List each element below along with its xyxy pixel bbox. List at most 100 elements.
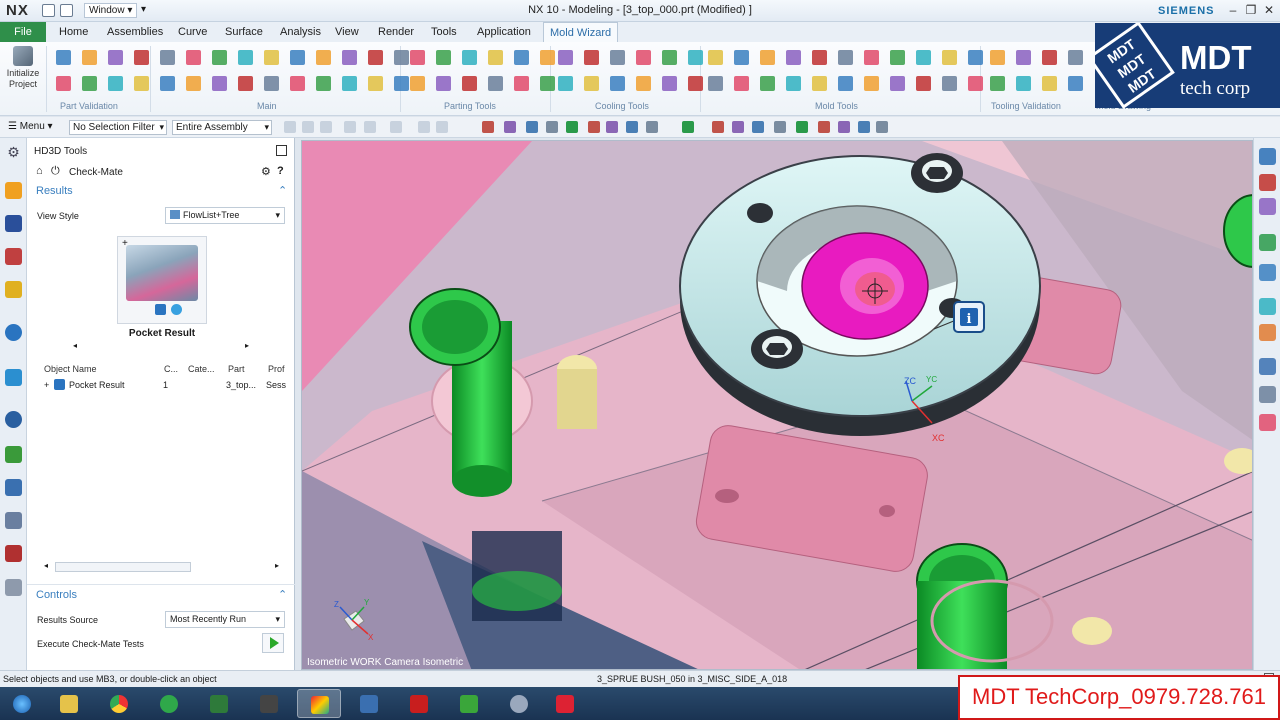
- ribbon-tool-icon[interactable]: [342, 50, 357, 65]
- taskbar-app-5[interactable]: [247, 689, 291, 718]
- right-tool-icon[interactable]: [1259, 234, 1276, 251]
- tab-assemblies[interactable]: Assemblies: [107, 22, 163, 42]
- right-tool-icon[interactable]: [1259, 358, 1276, 375]
- ribbon-tool-icon[interactable]: [108, 76, 123, 91]
- ribbon-tool-icon[interactable]: [514, 50, 529, 65]
- selection-tool-icon[interactable]: [588, 121, 600, 133]
- ribbon-tool-icon[interactable]: [212, 76, 227, 91]
- ribbon-tool-icon[interactable]: [968, 50, 983, 65]
- tab-tools[interactable]: Tools: [431, 22, 457, 42]
- right-tool-icon[interactable]: [1259, 386, 1276, 403]
- ribbon-tool-icon[interactable]: [368, 50, 383, 65]
- selection-tool-icon[interactable]: [302, 121, 314, 133]
- ribbon-tool-icon[interactable]: [558, 50, 573, 65]
- ribbon-tool-icon[interactable]: [760, 76, 775, 91]
- menu-button[interactable]: ☰ Menu ▾: [8, 121, 53, 132]
- right-tool-icon[interactable]: [1259, 198, 1276, 215]
- ribbon-tool-icon[interactable]: [410, 76, 425, 91]
- horizontal-scrollbar[interactable]: [55, 562, 191, 572]
- taskbar-app-9[interactable]: [447, 689, 491, 718]
- ribbon-tool-icon[interactable]: [160, 76, 175, 91]
- ribbon-tool-icon[interactable]: [186, 50, 201, 65]
- ribbon-tool-icon[interactable]: [82, 76, 97, 91]
- ribbon-tool-icon[interactable]: [916, 76, 931, 91]
- selection-tool-icon[interactable]: [682, 121, 694, 133]
- hd3d-tools-icon[interactable]: [5, 324, 22, 341]
- process-studio-icon[interactable]: [5, 446, 22, 463]
- graphics-viewport[interactable]: i ZC YC XC Z Y X Isometric WORK Camera I…: [301, 140, 1253, 670]
- controls-section-label[interactable]: Controls: [36, 589, 77, 601]
- ribbon-tool-icon[interactable]: [56, 76, 71, 91]
- col-prof[interactable]: Prof: [268, 364, 285, 374]
- web-browser-icon[interactable]: [5, 369, 22, 386]
- history-clock-icon[interactable]: [5, 411, 22, 428]
- selection-tool-icon[interactable]: [712, 121, 724, 133]
- ribbon-tool-icon[interactable]: [540, 50, 555, 65]
- ribbon-tool-icon[interactable]: [134, 50, 149, 65]
- close-button[interactable]: ✕: [1260, 2, 1278, 19]
- execute-run-button[interactable]: [262, 633, 284, 653]
- ribbon-tool-icon[interactable]: [864, 76, 879, 91]
- home-icon[interactable]: ⌂: [36, 165, 43, 177]
- taskbar-app-10[interactable]: [497, 689, 541, 718]
- right-tool-icon[interactable]: [1259, 324, 1276, 341]
- taskbar-app-8[interactable]: [397, 689, 441, 718]
- col-object-name[interactable]: Object Name: [44, 364, 97, 374]
- ribbon-tool-icon[interactable]: [760, 50, 775, 65]
- ribbon-tool-icon[interactable]: [610, 50, 625, 65]
- selection-tool-icon[interactable]: [858, 121, 870, 133]
- hscroll-left-icon[interactable]: ◂: [44, 561, 48, 570]
- minimize-button[interactable]: –: [1224, 2, 1242, 19]
- ribbon-tool-icon[interactable]: [734, 50, 749, 65]
- group-parting-tools[interactable]: Parting Tools: [444, 101, 496, 111]
- ribbon-tool-icon[interactable]: [688, 50, 703, 65]
- ribbon-tool-icon[interactable]: [1016, 50, 1031, 65]
- ribbon-tool-icon[interactable]: [514, 76, 529, 91]
- selection-tool-icon[interactable]: [732, 121, 744, 133]
- taskbar-chrome[interactable]: [97, 689, 141, 718]
- controls-collapse-icon[interactable]: ⌃: [278, 588, 287, 601]
- col-c[interactable]: C...: [164, 364, 178, 374]
- taskbar-app-3[interactable]: [147, 689, 191, 718]
- group-cooling-tools[interactable]: Cooling Tools: [595, 101, 649, 111]
- settings-icon[interactable]: ⚙: [261, 165, 271, 178]
- results-section-label[interactable]: Results: [36, 185, 73, 197]
- selection-filter-dropdown[interactable]: No Selection Filter: [69, 120, 167, 135]
- reuse-library-icon[interactable]: [5, 281, 22, 298]
- taskbar-app-11[interactable]: [543, 689, 587, 718]
- ribbon-tool-icon[interactable]: [410, 50, 425, 65]
- ribbon-tool-icon[interactable]: [812, 50, 827, 65]
- tab-render[interactable]: Render: [378, 22, 414, 42]
- selection-tool-icon[interactable]: [418, 121, 430, 133]
- selection-tool-icon[interactable]: [526, 121, 538, 133]
- right-tool-icon[interactable]: [1259, 414, 1276, 431]
- ribbon-tool-icon[interactable]: [368, 76, 383, 91]
- ribbon-tool-icon[interactable]: [838, 76, 853, 91]
- ribbon-tool-icon[interactable]: [990, 50, 1005, 65]
- ribbon-tool-icon[interactable]: [636, 76, 651, 91]
- start-button[interactable]: [0, 689, 44, 718]
- ribbon-tool-icon[interactable]: [662, 76, 677, 91]
- ribbon-tool-icon[interactable]: [540, 76, 555, 91]
- ribbon-tool-icon[interactable]: [610, 76, 625, 91]
- group-part-validation[interactable]: Part Validation: [60, 101, 118, 111]
- tab-home[interactable]: Home: [59, 22, 88, 42]
- tab-mold-wizard[interactable]: Mold Wizard: [543, 22, 619, 42]
- group-mold-tools[interactable]: Mold Tools: [815, 101, 858, 111]
- ribbon-tool-icon[interactable]: [786, 76, 801, 91]
- constraint-navigator-icon[interactable]: [5, 215, 22, 232]
- ribbon-tool-icon[interactable]: [488, 50, 503, 65]
- taskbar-access[interactable]: [197, 689, 241, 718]
- tab-analysis[interactable]: Analysis: [280, 22, 321, 42]
- tab-curve[interactable]: Curve: [178, 22, 207, 42]
- assembly-navigator-icon[interactable]: [5, 182, 22, 199]
- selection-tool-icon[interactable]: [838, 121, 850, 133]
- ribbon-tool-icon[interactable]: [238, 50, 253, 65]
- scroll-left-icon[interactable]: ◂: [73, 341, 77, 350]
- ribbon-tool-icon[interactable]: [558, 76, 573, 91]
- ribbon-tool-icon[interactable]: [890, 50, 905, 65]
- selection-tool-icon[interactable]: [364, 121, 376, 133]
- right-tool-icon[interactable]: [1259, 298, 1276, 315]
- ribbon-tool-icon[interactable]: [662, 50, 677, 65]
- ribbon-tool-icon[interactable]: [394, 50, 409, 65]
